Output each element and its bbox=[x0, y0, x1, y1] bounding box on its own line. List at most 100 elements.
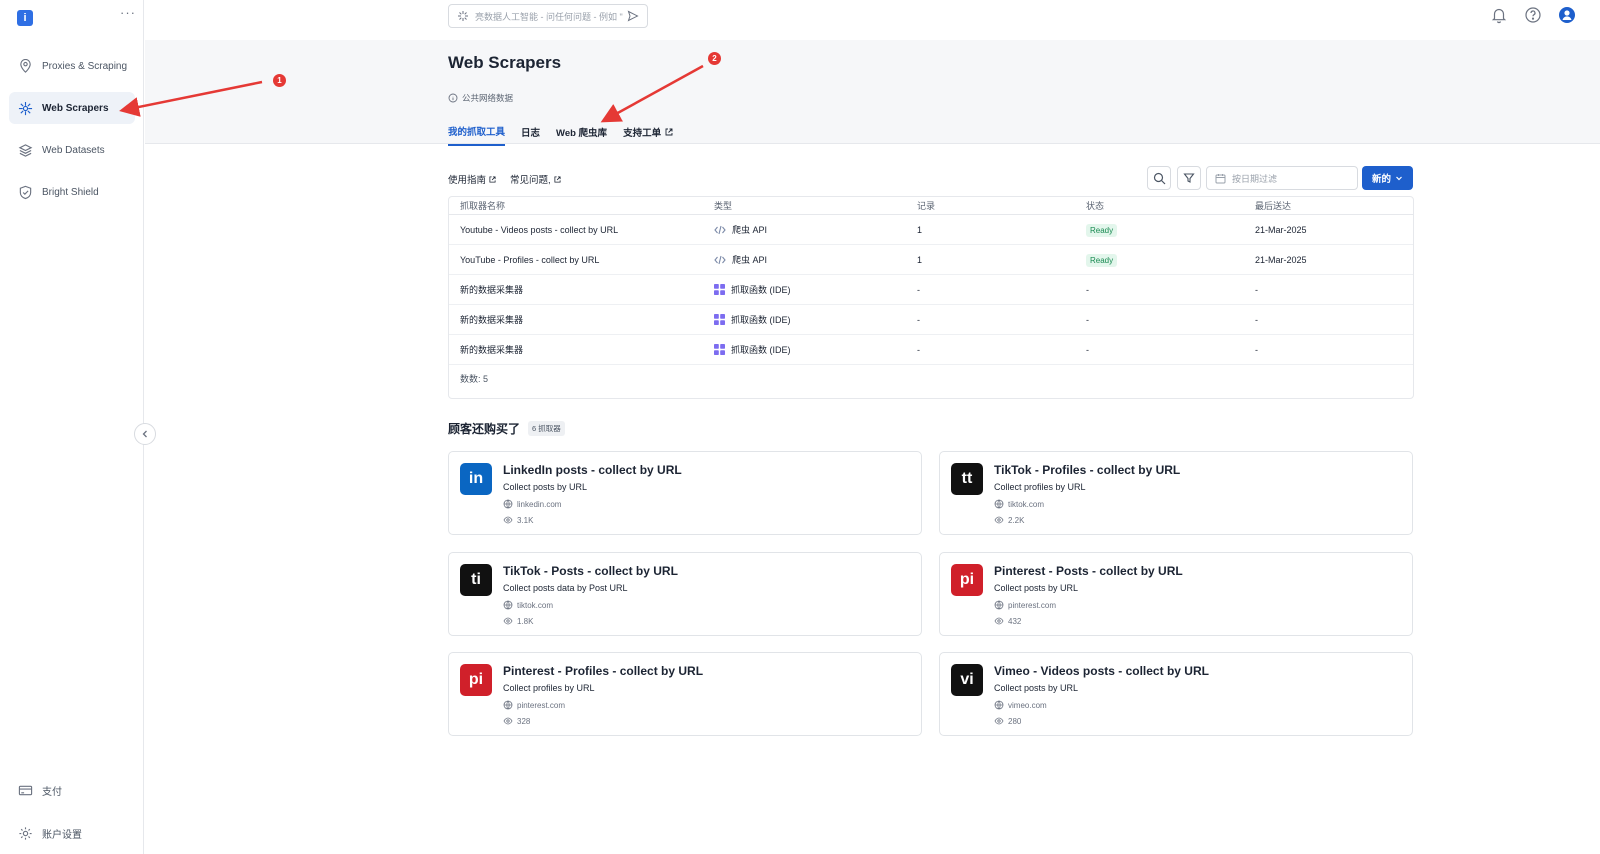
sidebar-item-label: Web Datasets bbox=[42, 144, 105, 156]
card-description: Collect posts data by Post URL bbox=[503, 583, 628, 593]
card-description: Collect posts by URL bbox=[994, 583, 1079, 593]
grid-icon bbox=[714, 344, 725, 355]
card-domain: vimeo.com bbox=[994, 700, 1047, 710]
code-icon bbox=[714, 255, 726, 264]
calendar-icon bbox=[1215, 173, 1226, 183]
scraper-card-pinterest-profiles[interactable]: pi Pinterest - Profiles - collect by URL… bbox=[448, 652, 922, 736]
scraper-name[interactable]: 新的数据采集器 bbox=[460, 313, 714, 326]
views-count: 3.1K bbox=[517, 515, 534, 525]
last-delivered: 21-Mar-2025 bbox=[1255, 224, 1307, 235]
sidebar-item-label: Web Scrapers bbox=[42, 102, 109, 114]
ai-search-input[interactable]: 亮数据人工智能 - 问任何问题 - 例如 " bbox=[448, 4, 648, 28]
external-link-icon bbox=[665, 128, 673, 136]
tab-support-tickets[interactable]: 支持工单 bbox=[623, 124, 673, 146]
faq-link[interactable]: 常见问题, bbox=[510, 172, 561, 186]
type-label: 抓取函数 (IDE) bbox=[731, 345, 791, 355]
status-cell: - bbox=[1086, 314, 1089, 325]
sidebar-item-bright-shield[interactable]: Bright Shield bbox=[9, 176, 135, 208]
scraper-type: 爬虫 API bbox=[714, 253, 917, 266]
last-delivered: - bbox=[1255, 344, 1258, 355]
tab-bar: 我的抓取工具 日志 Web 爬虫库 支持工单 bbox=[448, 124, 673, 146]
card-icon bbox=[18, 785, 33, 795]
card-views: 2.2K bbox=[994, 515, 1024, 525]
date-filter-input[interactable]: 按日期过滤 bbox=[1206, 166, 1358, 190]
new-button-label: 新的 bbox=[1371, 174, 1391, 185]
status-cell: Ready bbox=[1086, 223, 1255, 237]
sidebar-item-billing[interactable]: 支付 bbox=[9, 774, 135, 806]
eye-icon bbox=[503, 717, 513, 725]
records-count: - bbox=[917, 284, 920, 295]
link-label: 使用指南 bbox=[448, 175, 487, 186]
scraper-type: 爬虫 API bbox=[714, 223, 917, 236]
gear-icon bbox=[19, 826, 32, 840]
status-cell: - bbox=[1086, 344, 1089, 355]
tab-logs[interactable]: 日志 bbox=[521, 124, 540, 146]
card-description: Collect posts by URL bbox=[503, 482, 588, 492]
subtitle-text: 公共网络数据 bbox=[462, 93, 514, 103]
col-header-name[interactable]: 抓取器名称 bbox=[460, 199, 714, 212]
info-icon bbox=[448, 93, 458, 103]
ai-search-placeholder: 亮数据人工智能 - 问任何问题 - 例如 " bbox=[475, 11, 623, 22]
status-badge: Ready bbox=[1086, 253, 1118, 267]
search-button[interactable] bbox=[1147, 166, 1171, 190]
scraper-type: 抓取函数 (IDE) bbox=[714, 343, 917, 356]
filter-icon bbox=[1183, 173, 1195, 183]
card-views: 1.8K bbox=[503, 616, 533, 626]
scraper-card-linkedin-posts[interactable]: in LinkedIn posts - collect by URL Colle… bbox=[448, 451, 922, 535]
sidebar-item-proxies[interactable]: Proxies & Scraping bbox=[9, 50, 135, 82]
scraper-name[interactable]: 新的数据采集器 bbox=[460, 283, 714, 296]
card-description: Collect profiles by URL bbox=[503, 683, 595, 693]
scraper-name[interactable]: YouTube - Profiles - collect by URL bbox=[460, 255, 714, 265]
sidebar-item-account-settings[interactable]: 账户设置 bbox=[9, 817, 135, 849]
domain-text: vimeo.com bbox=[1008, 700, 1047, 710]
col-header-records[interactable]: 记录 bbox=[917, 199, 1086, 212]
col-header-type[interactable]: 类型 bbox=[714, 199, 917, 212]
status-cell: - bbox=[1086, 284, 1089, 295]
sidebar-item-web-datasets[interactable]: Web Datasets bbox=[9, 134, 135, 166]
send-icon[interactable] bbox=[627, 10, 639, 22]
scraper-card-pinterest-posts[interactable]: pi Pinterest - Posts - collect by URL Co… bbox=[939, 552, 1413, 636]
table-row[interactable]: 新的数据采集器 抓取函数 (IDE) - - - bbox=[449, 275, 1413, 305]
last-delivered: 21-Mar-2025 bbox=[1255, 254, 1307, 265]
usage-guide-link[interactable]: 使用指南 bbox=[448, 172, 496, 186]
layers-icon bbox=[18, 143, 33, 157]
table-row[interactable]: YouTube - Profiles - collect by URL 爬虫 A… bbox=[449, 245, 1413, 275]
scraper-card-tiktok-profiles[interactable]: tt TikTok - Profiles - collect by URL Co… bbox=[939, 451, 1413, 535]
tab-scraper-library[interactable]: Web 爬虫库 bbox=[556, 124, 607, 146]
scraper-card-tiktok-posts[interactable]: ti TikTok - Posts - collect by URL Colle… bbox=[448, 552, 922, 636]
table-row[interactable]: 新的数据采集器 抓取函数 (IDE) - - - bbox=[449, 335, 1413, 365]
card-views: 3.1K bbox=[503, 515, 533, 525]
card-description: Collect profiles by URL bbox=[994, 482, 1086, 492]
scraper-name[interactable]: 新的数据采集器 bbox=[460, 343, 714, 356]
collapse-sidebar-button[interactable] bbox=[134, 423, 156, 445]
brand-logo[interactable]: i bbox=[17, 10, 33, 26]
table-header: 抓取器名称 类型 记录 状态 最后送达 bbox=[449, 197, 1413, 215]
views-count: 280 bbox=[1008, 716, 1022, 726]
scraper-card-vimeo-videos[interactable]: vi Vimeo - Videos posts - collect by URL… bbox=[939, 652, 1413, 736]
table-row[interactable]: 新的数据采集器 抓取函数 (IDE) - - - bbox=[449, 305, 1413, 335]
tiktok-logo: ti bbox=[460, 564, 492, 596]
type-label: 抓取函数 (IDE) bbox=[731, 285, 791, 295]
col-header-last-delivery[interactable]: 最后送达 bbox=[1255, 199, 1405, 212]
scrapers-table: 抓取器名称 类型 记录 状态 最后送达 Youtube - Videos pos… bbox=[448, 196, 1414, 399]
col-header-status[interactable]: 状态 bbox=[1086, 199, 1255, 212]
table-row[interactable]: Youtube - Videos posts - collect by URL … bbox=[449, 215, 1413, 245]
views-count: 1.8K bbox=[517, 616, 534, 626]
card-title: Pinterest - Profiles - collect by URL bbox=[503, 664, 704, 678]
user-avatar-icon[interactable] bbox=[1558, 6, 1576, 24]
globe-icon bbox=[503, 499, 513, 509]
section-title: 顾客还购买了 bbox=[448, 422, 521, 436]
page-subtitle: 公共网络数据 bbox=[448, 92, 513, 104]
annotation-marker-1: 1 bbox=[273, 74, 286, 87]
sidebar-item-label: 账户设置 bbox=[42, 829, 82, 841]
sidebar-item-web-scrapers[interactable]: Web Scrapers bbox=[9, 92, 135, 124]
tab-my-scrapers[interactable]: 我的抓取工具 bbox=[448, 124, 506, 146]
filter-button[interactable] bbox=[1177, 166, 1201, 190]
new-scraper-button[interactable]: 新的 bbox=[1362, 166, 1413, 190]
domain-text: linkedin.com bbox=[517, 499, 562, 509]
more-options-icon[interactable]: ··· bbox=[120, 5, 136, 20]
bell-icon[interactable] bbox=[1490, 6, 1508, 24]
scraper-name[interactable]: Youtube - Videos posts - collect by URL bbox=[460, 225, 714, 235]
page-title: Web Scrapers bbox=[448, 53, 562, 72]
help-icon[interactable] bbox=[1524, 6, 1542, 24]
